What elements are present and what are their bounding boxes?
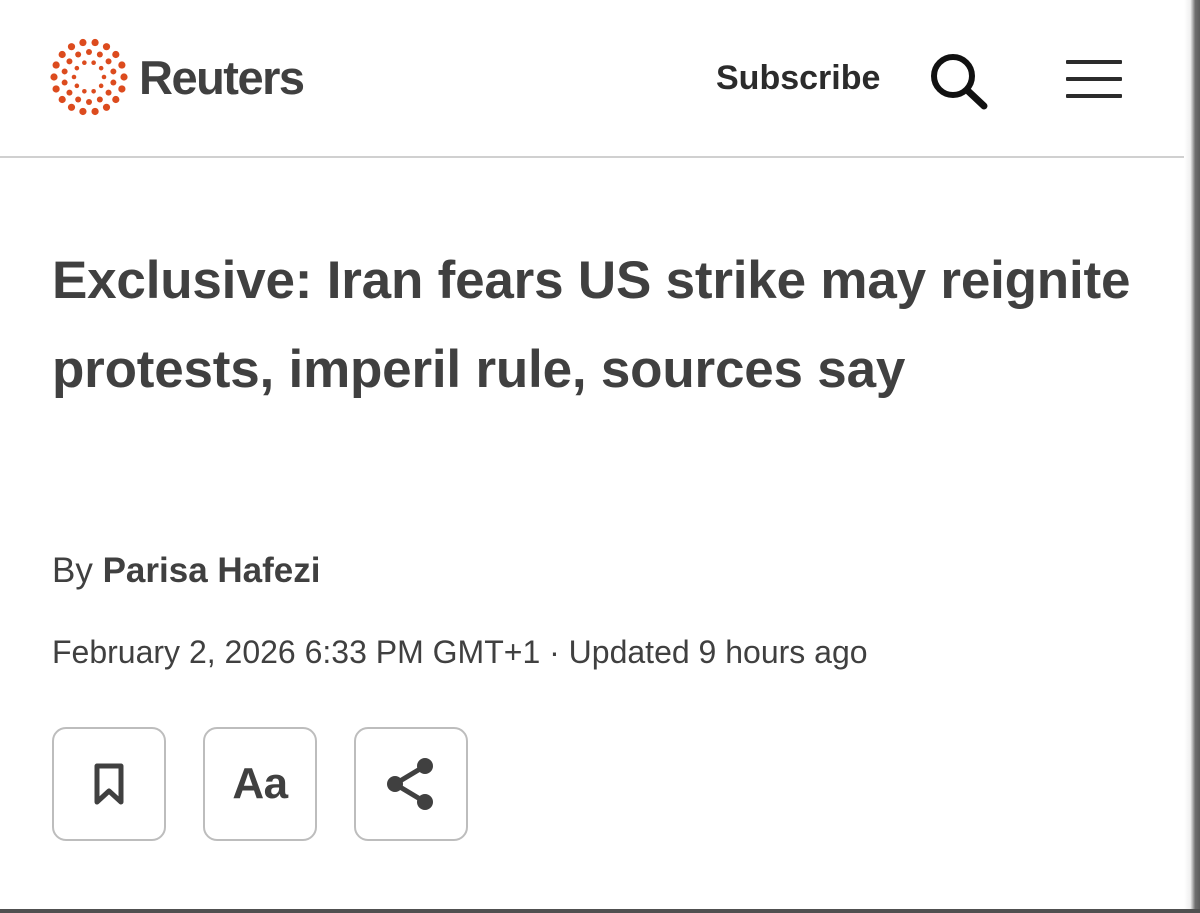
byline-prefix: By [52,551,103,590]
logo-dot [91,107,99,116]
logo-dot [66,58,73,65]
logo-dot [75,96,82,103]
author-link[interactable]: Parisa Hafezi [103,551,321,590]
logo-dot [105,89,112,96]
logo-dot [58,95,66,104]
logo-dot [110,79,117,86]
logo-dot [98,83,104,89]
logo-dot [102,103,111,111]
logo-dot [98,65,104,71]
share-icon [387,758,433,810]
subscribe-link[interactable]: Subscribe [716,56,880,100]
logo-dot [61,68,68,75]
logo-dot [112,50,120,59]
logo-dot [112,95,120,104]
logo-dot [82,88,87,94]
search-icon[interactable] [927,50,991,112]
screen-edge [1184,0,1200,913]
logo-dot [61,79,68,86]
font-size-label: Aa [232,759,288,808]
logo-dot [118,61,126,69]
logo-dot [52,85,60,93]
bookmark-button[interactable] [52,727,166,841]
share-button[interactable] [354,727,468,841]
screen-bottom-edge [0,909,1200,913]
logo-dot [96,51,103,58]
logo-dot [101,74,107,80]
logo-dot [58,50,66,59]
hamburger-menu-icon[interactable] [1066,58,1122,100]
logo-dot [91,88,96,94]
byline: By Parisa Hafezi [52,548,320,594]
logo-dot [91,60,96,66]
logo-dot [110,68,117,75]
logo-dot [91,38,99,47]
logo-dot [74,83,80,89]
publish-dateline: February 2, 2026 6:33 PM GMT+1 · Updated… [52,634,868,670]
brand-name[interactable]: Reuters [139,48,305,108]
logo-dot [74,65,80,71]
site-header: Reuters Subscribe [0,0,1184,158]
logo-dot [102,43,111,51]
logo-dot [86,99,92,105]
logo-dot [67,103,76,111]
logo-dot [66,89,73,96]
logo-dot [79,38,87,47]
logo-dot [75,51,82,58]
logo-dot [79,107,87,116]
font-size-button[interactable]: Aa [203,727,317,841]
logo-dot [50,73,58,81]
logo-dot [120,73,128,81]
logo-dot [71,74,77,80]
logo-dot [96,96,103,103]
reuters-logo-icon[interactable] [50,38,128,116]
logo-dot [118,85,126,93]
logo-dot [82,60,87,66]
logo-dot [105,58,112,65]
logo-dot [86,49,92,55]
logo-dot [67,43,76,51]
article-headline: Exclusive: Iran fears US strike may reig… [52,251,1131,399]
bookmark-icon [94,763,124,805]
logo-dot [52,61,60,69]
article-page: Reuters Subscribe Exclusive: Iran fears … [0,0,1200,913]
